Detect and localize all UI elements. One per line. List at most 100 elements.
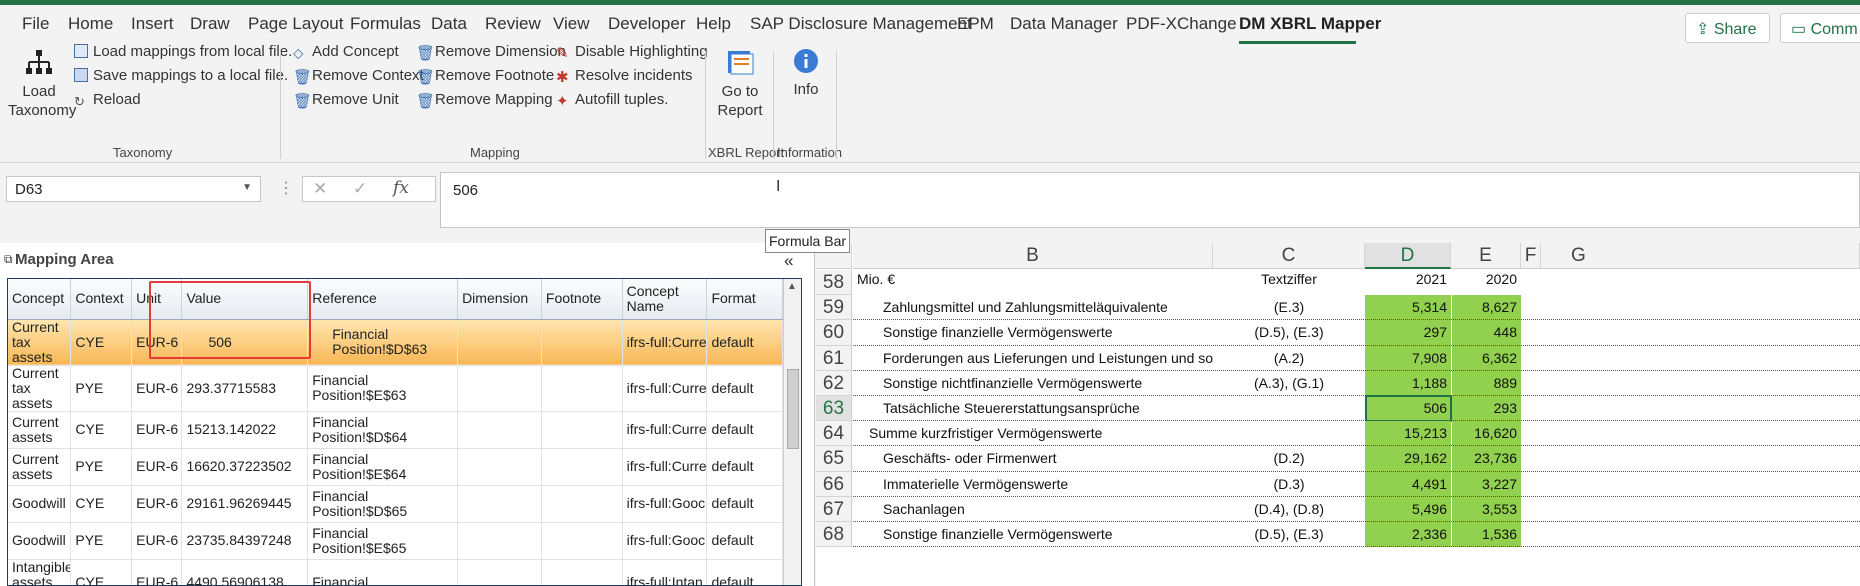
mapping-cell-concept[interactable]: Current assets: [8, 411, 72, 449]
mapping-cell-format[interactable]: default: [706, 365, 783, 412]
mapping-cell-dimension[interactable]: [457, 522, 542, 560]
mapping-cell-footnote[interactable]: [541, 559, 623, 585]
mapping-cell-concept[interactable]: Goodwill: [8, 485, 72, 523]
sheet-cell-d[interactable]: 5,496: [1365, 497, 1451, 522]
row-header[interactable]: 58: [816, 270, 852, 296]
mapping-cell-dimension[interactable]: [457, 448, 542, 486]
row-header[interactable]: 59: [816, 295, 852, 321]
row-header[interactable]: 64: [816, 421, 852, 447]
tab-dm-xbrl-mapper[interactable]: DM XBRL Mapper: [1239, 14, 1381, 34]
autofill-tuples-button[interactable]: ✦ Autofill tuples.: [556, 91, 668, 110]
col-header-d[interactable]: D: [1365, 243, 1451, 269]
save-mappings-button[interactable]: Save mappings to a local file.: [74, 67, 288, 84]
drag-handle-icon[interactable]: ⋮: [278, 178, 294, 198]
row-header[interactable]: 62: [816, 370, 852, 396]
sheet-cell-e[interactable]: 3,227: [1451, 472, 1521, 497]
mapping-cell-concept-name[interactable]: ifrs-full:Curre: [622, 411, 708, 449]
mapping-cell-concept[interactable]: Intangible assets other: [8, 559, 72, 585]
mapping-cell-concept-name[interactable]: ifrs-full:Gooc: [622, 485, 708, 523]
sheet-cell-e[interactable]: 23,736: [1451, 446, 1521, 471]
row-header[interactable]: 68: [816, 522, 852, 548]
remove-unit-button[interactable]: 🗑Remove Unit: [293, 91, 399, 110]
row-header[interactable]: 66: [816, 471, 852, 497]
mapping-cell-reference[interactable]: Financial: [307, 559, 459, 585]
sheet-cell-b[interactable]: Sonstige finanzielle Vermögenswerte: [853, 522, 1213, 547]
tab-data-manager[interactable]: Data Manager: [1010, 14, 1118, 34]
mapping-row[interactable]: Goodwill CYE EUR-6 29161.96269445 Financial …: [8, 485, 783, 523]
col-header-c[interactable]: C: [1213, 243, 1365, 269]
mapping-row[interactable]: Current tax assets PYE EUR-6 293.37715583 Fi…: [8, 365, 783, 412]
mapping-cell-unit[interactable]: EUR-6: [131, 522, 183, 560]
sheet-cell-c[interactable]: (D.4), (D.8): [1213, 497, 1365, 522]
mapping-cell-format[interactable]: default: [706, 448, 783, 486]
info-button[interactable]: Info: [785, 47, 827, 99]
sheet-cell-d[interactable]: 2,336: [1365, 522, 1451, 547]
mapping-cell-reference[interactable]: Financial Position!$D$63: [307, 319, 459, 366]
check-icon[interactable]: ✓: [353, 179, 367, 199]
mapping-cell-context[interactable]: PYE: [70, 522, 133, 560]
remove-mapping-button[interactable]: 🗑Remove Mapping: [416, 91, 553, 110]
chevron-down-icon[interactable]: ▼: [242, 182, 252, 193]
mapping-cell-concept[interactable]: Current tax assets: [8, 365, 72, 412]
mapping-cell-dimension[interactable]: [457, 559, 542, 585]
mapping-cell-format[interactable]: default: [706, 319, 783, 366]
sheet-cell-c[interactable]: (D.3): [1213, 472, 1365, 497]
mapping-cell-footnote[interactable]: [541, 522, 623, 560]
sheet-cell-b[interactable]: Immaterielle Vermögenswerte: [853, 472, 1213, 497]
mapping-cell-value[interactable]: 15213.142022: [181, 411, 309, 449]
sheet-cell-b[interactable]: Summe kurzfristiger Vermögenswerte: [853, 421, 1213, 446]
mapping-cell-reference[interactable]: Financial Position!$E$65: [307, 522, 459, 560]
mapping-cell-footnote[interactable]: [541, 411, 623, 449]
mapping-row[interactable]: Current tax assets CYE EUR-6 506 Financial P…: [8, 319, 783, 366]
mapping-cell-footnote[interactable]: [541, 448, 623, 486]
mapping-cell-reference[interactable]: Financial Position!$E$63: [307, 365, 459, 412]
add-concept-button[interactable]: ⬦ Add Concept: [293, 43, 399, 62]
tab-developer[interactable]: Developer: [608, 14, 686, 34]
mapping-cell-dimension[interactable]: [457, 319, 542, 366]
mapping-row[interactable]: Goodwill PYE EUR-6 23735.84397248 Financial …: [8, 522, 783, 560]
formula-bar-input[interactable]: 506: [440, 172, 1860, 228]
go-to-report-button[interactable]: Go to Report: [712, 47, 768, 120]
row-header[interactable]: 65: [816, 446, 852, 472]
load-taxonomy-button[interactable]: Load Taxonomy: [8, 49, 76, 120]
mapping-row[interactable]: Intangible assets otherCYEEUR-64490.5690…: [8, 559, 783, 585]
mapping-cell-format[interactable]: default: [706, 485, 783, 523]
sheet-cell-d[interactable]: 15,213: [1365, 421, 1451, 446]
sheet-cell-e[interactable]: 889: [1451, 371, 1521, 396]
sheet-cell-e[interactable]: 293: [1451, 396, 1521, 421]
sheet-cell-c[interactable]: (D.5), (E.3): [1213, 522, 1365, 547]
scroll-up-icon[interactable]: ▲: [787, 281, 797, 292]
mapping-cell-unit[interactable]: EUR-6: [131, 365, 183, 412]
mapping-cell-format[interactable]: default: [706, 559, 783, 585]
sheet-cell-b[interactable]: Mio. €: [853, 270, 1213, 295]
name-box[interactable]: D63 ▼: [6, 176, 261, 202]
sheet-cell-d[interactable]: 4,491: [1365, 472, 1451, 497]
mapping-cell-unit[interactable]: EUR-6: [131, 559, 183, 585]
mapping-cell-footnote[interactable]: [541, 319, 623, 366]
sheet-cell-b[interactable]: Sachanlagen: [853, 497, 1213, 522]
mapping-cell-concept-name[interactable]: ifrs-full:Curre: [622, 448, 708, 486]
share-button[interactable]: ⇪ Share: [1685, 13, 1770, 43]
mapping-cell-value[interactable]: 16620.37223502: [181, 448, 309, 486]
resolve-incidents-button[interactable]: ✱ Resolve incidents: [556, 67, 693, 86]
row-header[interactable]: 67: [816, 496, 852, 522]
sheet-cell-e[interactable]: 3,553: [1451, 497, 1521, 522]
sheet-cell-e[interactable]: 16,620: [1451, 421, 1521, 446]
reload-button[interactable]: ↻ Reload: [74, 91, 141, 109]
mapping-row[interactable]: Current assets CYE EUR-6 15213.142022 Financ…: [8, 411, 783, 449]
sheet-cell-c[interactable]: [1213, 421, 1365, 446]
mapping-cell-context[interactable]: CYE: [70, 319, 133, 366]
tab-help[interactable]: Help: [696, 14, 731, 34]
mapping-cell-concept[interactable]: Goodwill: [8, 522, 72, 560]
tab-file[interactable]: File: [22, 14, 49, 34]
sheet-cell-e[interactable]: 8,627: [1451, 295, 1521, 320]
tab-draw[interactable]: Draw: [190, 14, 230, 34]
mapping-cell-dimension[interactable]: [457, 485, 542, 523]
sheet-cell-d[interactable]: 1,188: [1365, 371, 1451, 396]
comments-button[interactable]: ▭ Comm: [1780, 13, 1860, 43]
mapping-cell-context[interactable]: PYE: [70, 448, 133, 486]
tab-epm[interactable]: EPM: [957, 14, 994, 34]
grid-scrollbar[interactable]: ▲: [783, 279, 801, 585]
scrollbar-thumb[interactable]: [787, 369, 799, 449]
sheet-cell-b[interactable]: Sonstige nichtfinanzielle Vermögenswerte: [853, 371, 1213, 396]
